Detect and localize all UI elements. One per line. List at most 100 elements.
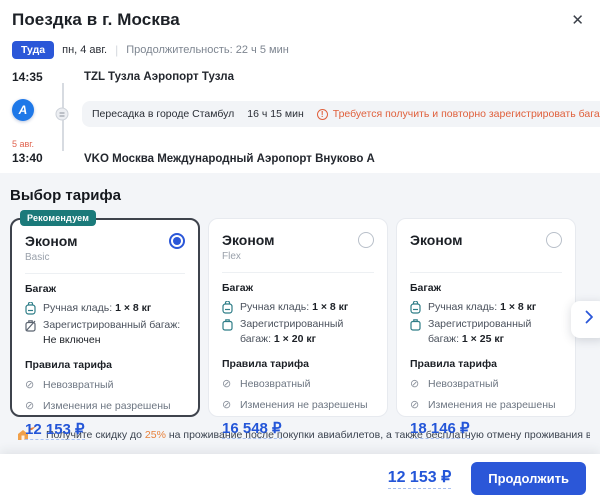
tariff-section: Выбор тарифа Рекомендуем Эконом Basic Ба…	[0, 173, 600, 454]
transfer-icon	[55, 107, 69, 121]
tariff-subtitle: Flex	[222, 251, 241, 262]
warning-icon: !	[316, 108, 328, 120]
depart-time: 14:35	[12, 70, 43, 84]
close-icon[interactable]: ✕	[569, 10, 586, 31]
layover-city: Пересадка в городе Стамбул	[92, 108, 235, 120]
continue-button[interactable]: Продолжить	[471, 461, 586, 495]
next-tariffs-button[interactable]	[571, 301, 600, 338]
rule-row: ⊘ Изменения не разрешены	[222, 398, 374, 413]
hand-baggage-label: Ручная кладь:	[240, 301, 310, 313]
tariff-section-title: Выбор тарифа	[10, 187, 121, 204]
tariff-card-econom-flex[interactable]: Эконом Flex Багаж Ручная кладь: 1 × 8 кг…	[208, 218, 388, 440]
recommended-badge: Рекомендуем	[20, 210, 97, 226]
tariff-card-econom-standard[interactable]: Эконом Багаж Ручная кладь: 1 × 8 кг Заре…	[396, 218, 576, 440]
timeline-line	[54, 69, 70, 95]
baggage-header: Багаж	[25, 283, 57, 295]
tariff-price[interactable]: 12 153 ₽	[25, 421, 85, 441]
rule-row: ⊘ Невозвратный	[222, 377, 374, 392]
rule-text: Невозвратный	[240, 377, 311, 390]
divider	[410, 272, 562, 273]
tariff-cards: Рекомендуем Эконом Basic Багаж Ручная кл…	[10, 210, 590, 441]
checked-baggage-row: Зарегистрированный багаж: 1 × 25 кг	[410, 317, 562, 347]
hand-baggage-row: Ручная кладь: 1 × 8 кг	[222, 300, 374, 315]
backpack-icon	[222, 301, 234, 314]
rules-header: Правила тарифа	[410, 357, 498, 370]
prohibited-icon: ⊘	[25, 398, 35, 412]
prohibited-icon: ⊘	[410, 397, 420, 411]
tariff-price[interactable]: 18 146 ₽	[410, 420, 470, 440]
page-title: Поездка в г. Москва	[12, 10, 180, 29]
layover-duration: 16 ч 15 мин	[247, 108, 304, 120]
prohibited-icon: ⊘	[410, 376, 420, 390]
rule-row: ⊘ Изменения не разрешены	[410, 398, 562, 413]
prohibited-icon: ⊘	[222, 376, 232, 390]
divider	[25, 273, 185, 274]
suitcase-icon	[222, 318, 234, 331]
layover-row: Пересадка в городе Стамбул 16 ч 15 мин !…	[70, 95, 600, 133]
checked-baggage-row: Зарегистрированный багаж: 1 × 20 кг	[222, 317, 374, 347]
tariff-price[interactable]: 16 548 ₽	[222, 420, 282, 440]
suitcase-icon	[410, 318, 422, 331]
airline-logo: A	[12, 95, 54, 133]
rule-row: ⊘ Невозвратный	[25, 378, 185, 393]
checked-baggage-label: Зарегистрированный багаж:	[43, 319, 181, 332]
route-timeline: 14:35 TZL Тузла Аэропорт Тузла A Пересад…	[0, 69, 600, 173]
arrive-airport: VKO Москва Международный Аэропорт Внуков…	[84, 153, 375, 165]
checked-baggage-value: Не включен	[43, 334, 101, 347]
total-price[interactable]: 12 153 ₽	[387, 467, 452, 489]
footer-bar: 12 153 ₽ Продолжить	[0, 454, 600, 502]
meta-divider: |	[115, 43, 119, 57]
hand-baggage-label: Ручная кладь:	[43, 302, 113, 314]
checked-baggage-value: 1 × 20 кг	[273, 333, 316, 346]
depart-airport: TZL Тузла Аэропорт Тузла	[84, 71, 234, 83]
checked-baggage-row: Зарегистрированный багаж: Не включен	[25, 318, 185, 348]
trip-meta: Туда пн, 4 авг. | Продолжительность: 22 …	[0, 33, 600, 69]
airline-logo-letter: A	[18, 103, 28, 117]
tariff-radio[interactable]	[358, 232, 374, 248]
suitcase-crossed-icon	[25, 319, 37, 332]
prohibited-icon: ⊘	[222, 397, 232, 411]
tariff-radio[interactable]	[169, 233, 185, 249]
rule-row: ⊘ Невозвратный	[410, 377, 562, 392]
rule-text: Изменения не разрешены	[240, 398, 368, 411]
hand-baggage-value: 1 × 8 кг	[115, 302, 152, 314]
rules-header: Правила тарифа	[25, 358, 113, 371]
hand-baggage-value: 1 × 8 кг	[312, 301, 349, 313]
rules-header: Правила тарифа	[222, 357, 310, 370]
hand-baggage-row: Ручная кладь: 1 × 8 кг	[410, 300, 562, 315]
tariff-title: Эконом	[25, 233, 78, 249]
timeline-line	[54, 95, 70, 133]
tariff-card-econom-basic[interactable]: Рекомендуем Эконом Basic Багаж Ручная кл…	[10, 210, 200, 441]
rule-text: Изменения не разрешены	[428, 398, 556, 411]
rule-text: Изменения не разрешены	[43, 399, 171, 412]
arrive-time: 13:40	[12, 151, 43, 165]
baggage-warning-text: Требуется получить и повторно зарегистри…	[332, 108, 600, 120]
tariff-title: Эконом	[410, 232, 463, 248]
arrive-date: 5 авг.	[12, 139, 34, 149]
hand-baggage-row: Ручная кладь: 1 × 8 кг	[25, 301, 185, 316]
baggage-warning: ! Требуется получить и повторно зарегист…	[316, 108, 600, 120]
trip-duration: Продолжительность: 22 ч 5 мин	[126, 44, 289, 56]
direction-badge: Туда	[12, 41, 55, 59]
timeline-line	[54, 133, 70, 165]
chevron-right-icon	[585, 310, 594, 329]
tariff-title: Эконом	[222, 232, 275, 248]
divider	[222, 272, 374, 273]
baggage-header: Багаж	[410, 282, 442, 294]
modal-header: Поездка в г. Москва ✕	[0, 0, 600, 33]
arrive-datetime: 5 авг. 13:40	[12, 133, 54, 165]
rule-text: Невозвратный	[428, 377, 499, 390]
rule-row: ⊘ Изменения не разрешены	[25, 399, 185, 414]
prohibited-icon: ⊘	[25, 377, 35, 391]
hand-baggage-label: Ручная кладь:	[428, 301, 498, 313]
tariff-subtitle: Basic	[25, 252, 50, 263]
backpack-icon	[25, 302, 37, 315]
tariff-radio[interactable]	[546, 232, 562, 248]
trip-date: пн, 4 авг.	[62, 44, 108, 56]
tariff-subtitle	[410, 251, 562, 264]
checked-baggage-value: 1 × 25 кг	[461, 333, 504, 346]
backpack-icon	[410, 301, 422, 314]
baggage-header: Багаж	[222, 282, 254, 294]
layover-info: Пересадка в городе Стамбул 16 ч 15 мин !…	[82, 101, 600, 127]
rule-text: Невозвратный	[43, 378, 114, 391]
